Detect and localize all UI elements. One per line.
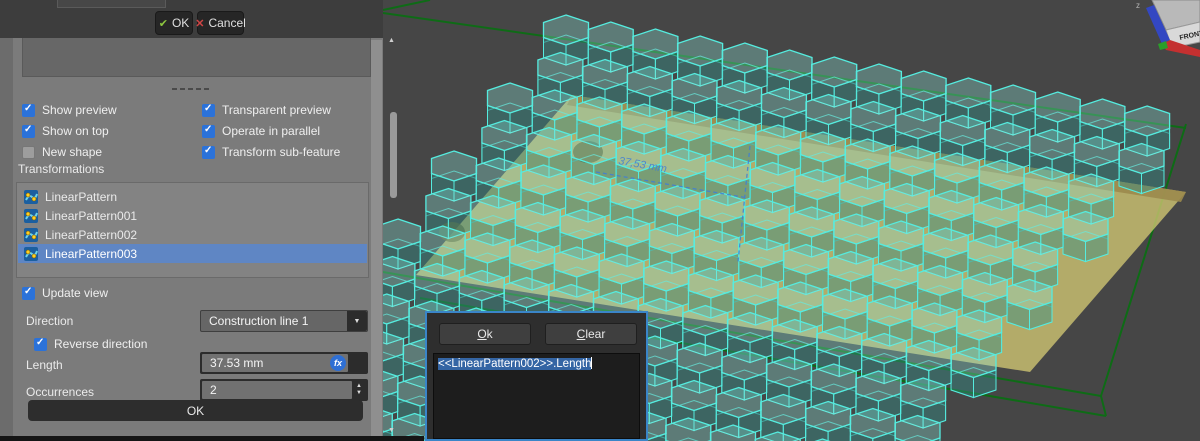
window-bottom-edge — [0, 436, 424, 441]
scroll-down-arrow[interactable]: ▼ — [388, 427, 395, 434]
checkbox-icon[interactable] — [22, 124, 35, 138]
checkbox-show-preview[interactable]: Show preview — [22, 103, 117, 117]
list-item-linearpattern003-selected[interactable]: LinearPattern003 — [18, 244, 367, 263]
clipped-widget — [57, 0, 166, 8]
expression-ok-button[interactable]: Ok — [439, 323, 531, 345]
ok-check-icon: ✔ — [158, 17, 168, 30]
task-panel-header: ✔ OK ✕ Cancel — [0, 0, 383, 38]
task-ok-button[interactable]: ✔ OK — [155, 11, 193, 35]
checkbox-label: Transform sub-feature — [222, 145, 341, 159]
freecad-window: 37,53 mm FRONT z ▲ ▼ ✔ OK ✕ Cancel ✓ Sho… — [0, 0, 1200, 441]
checkbox-label: Show on top — [42, 124, 109, 138]
checkbox-show-on-top[interactable]: Show on top — [22, 124, 109, 138]
transformations-list[interactable]: LinearPattern LinearPattern001 LinearPat… — [16, 182, 369, 278]
spinner-arrows[interactable]: ▲ ▼ — [353, 380, 365, 400]
empty-group-box — [22, 38, 371, 77]
linear-pattern-icon — [24, 208, 38, 223]
list-item-label: LinearPattern003 — [45, 246, 138, 261]
task-cancel-button[interactable]: ✕ Cancel — [195, 11, 246, 35]
checkbox-operate-in-parallel[interactable]: Operate in parallel — [202, 124, 320, 138]
checkbox-label: Show preview — [42, 103, 117, 117]
checkbox-icon[interactable] — [34, 337, 47, 351]
list-item-linearpattern[interactable]: LinearPattern — [18, 187, 367, 206]
scrollbar-thumb[interactable] — [390, 112, 397, 198]
panel-ok-label: OK — [186, 403, 205, 418]
checkbox-new-shape[interactable]: New shape — [22, 145, 102, 159]
expression-selected-text: <<LinearPattern002>>.Length — [438, 358, 592, 370]
nav-cube-z-axis-label: z — [1136, 1, 1140, 10]
expression-editor-dialog: Ok Clear <<LinearPattern002>>.Length — [425, 311, 648, 441]
cancel-label: Cancel — [208, 16, 246, 30]
length-label: Length — [26, 358, 63, 372]
direction-label: Direction — [26, 314, 74, 328]
direction-value: Construction line 1 — [209, 314, 309, 328]
checkbox-reverse-direction[interactable]: Reverse direction — [34, 337, 147, 351]
ok-label: OK — [171, 16, 190, 30]
list-item-label: LinearPattern001 — [45, 208, 138, 223]
expression-ok-label: Ok — [477, 327, 493, 341]
checkbox-label: Operate in parallel — [222, 124, 321, 138]
list-item-linearpattern002[interactable]: LinearPattern002 — [18, 225, 367, 244]
expression-clear-label: Clear — [576, 327, 606, 341]
text-caret — [591, 357, 593, 369]
expression-text-area[interactable]: <<LinearPattern002>>.Length — [433, 353, 640, 439]
linear-pattern-icon — [24, 246, 38, 261]
checkbox-icon[interactable] — [22, 286, 35, 300]
length-value: 37.53 mm — [210, 356, 264, 370]
checkbox-icon[interactable] — [22, 103, 35, 117]
checkbox-icon[interactable] — [202, 145, 215, 159]
list-item-label: LinearPattern002 — [45, 227, 138, 242]
panel-ok-button[interactable]: OK — [28, 400, 363, 421]
checkbox-transparent-preview[interactable]: Transparent preview — [202, 103, 331, 117]
checkbox-label: New shape — [42, 145, 103, 159]
panel-left-gutter — [0, 38, 13, 441]
expression-clear-button[interactable]: Clear — [545, 323, 637, 345]
list-item-label: LinearPattern — [45, 189, 118, 204]
checkbox-transform-sub-feature[interactable]: Transform sub-feature — [202, 145, 340, 159]
checkbox-icon[interactable] — [22, 145, 35, 159]
checkbox-icon[interactable] — [202, 103, 215, 117]
occurrences-field[interactable]: 2 — [202, 381, 352, 399]
occurrences-label: Occurrences — [26, 385, 95, 399]
linear-pattern-icon — [24, 227, 38, 242]
task-panel: Show preview Transparent preview Show on… — [0, 38, 383, 441]
occurrences-value: 2 — [210, 383, 217, 397]
direction-combobox[interactable]: Construction line 1 ▼ — [200, 310, 368, 332]
list-item-linearpattern001[interactable]: LinearPattern001 — [18, 206, 367, 225]
checkbox-label: Transparent preview — [222, 103, 331, 117]
checkbox-icon[interactable] — [202, 124, 215, 138]
splitter-handle[interactable] — [172, 88, 209, 90]
expression-fx-icon[interactable]: fx — [330, 355, 346, 371]
length-input[interactable]: 37.53 mm fx — [200, 352, 368, 374]
cancel-x-icon: ✕ — [195, 17, 205, 30]
checkbox-update-view[interactable]: Update view — [22, 286, 108, 300]
occurrences-spinbox[interactable]: 2 ▲ ▼ — [200, 379, 368, 401]
scroll-up-arrow[interactable]: ▲ — [388, 37, 395, 44]
transformations-label: Transformations — [18, 162, 105, 176]
linear-pattern-icon — [24, 189, 38, 204]
chevron-down-icon[interactable]: ▼ — [347, 311, 367, 331]
checkbox-label: Reverse direction — [54, 337, 148, 351]
length-field[interactable]: 37.53 mm fx — [202, 354, 348, 372]
checkbox-label: Update view — [42, 286, 109, 300]
panel-scrollbar-track[interactable] — [371, 40, 382, 439]
